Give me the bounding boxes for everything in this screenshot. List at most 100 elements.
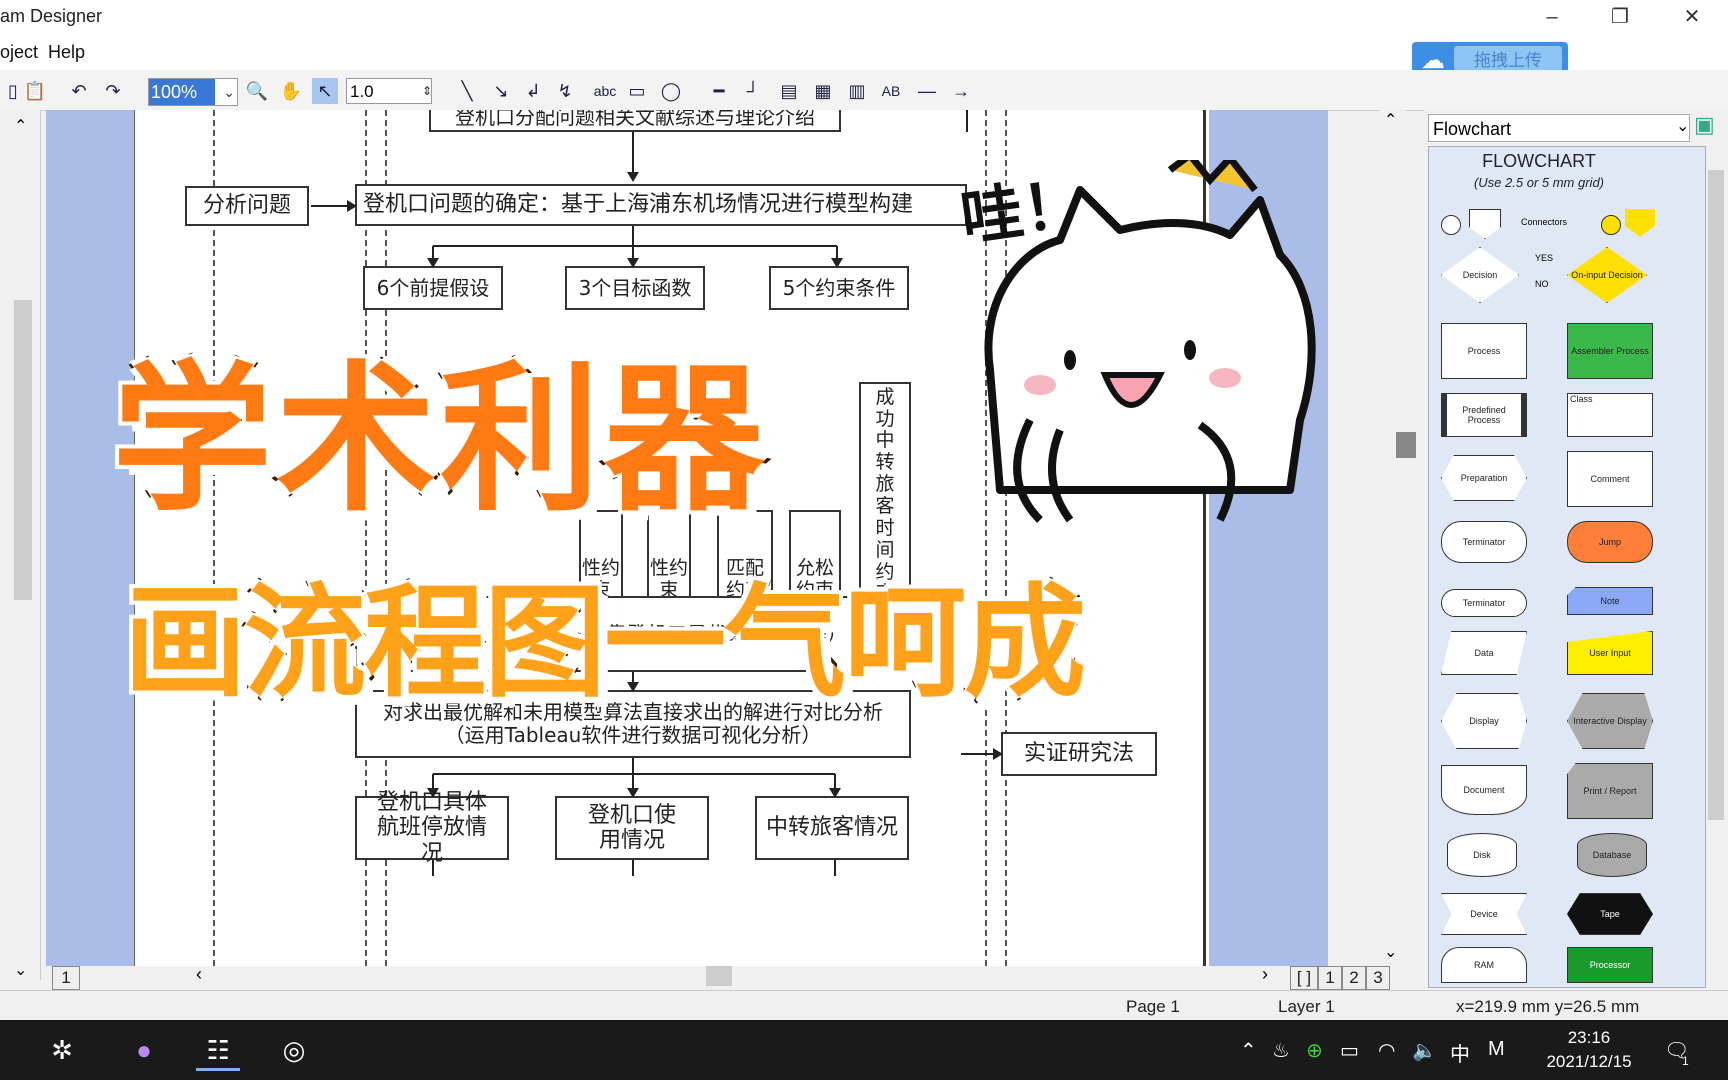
clock[interactable]: 23:16 2021/12/15 <box>1536 1026 1642 1074</box>
no-label: NO <box>1535 279 1549 289</box>
overlay-subtitle: 画流程图一气呵成 <box>121 569 1089 717</box>
chevron-down-icon: ⌄ <box>223 84 235 100</box>
offpage-yellow-shape[interactable] <box>1625 209 1655 237</box>
status-bar: Page 1 Layer 1 x=219.9 mm y=26.5 mm <box>0 990 1728 1021</box>
user-input-shape[interactable]: User Input <box>1567 631 1653 675</box>
library-add-icon[interactable]: ▣ <box>1694 112 1715 138</box>
window-title: am Designer <box>0 6 103 26</box>
scroll-left-icon[interactable]: ‹ <box>196 964 202 985</box>
chevron-down-icon[interactable]: ⌄ <box>1676 116 1689 136</box>
tray-app-icon[interactable]: ♨ <box>1272 1038 1290 1063</box>
scroll-right-icon[interactable]: › <box>1262 964 1268 985</box>
class-shape[interactable]: Class <box>1567 393 1653 437</box>
tray-plus-icon[interactable]: ⊕ <box>1306 1038 1323 1063</box>
restore-button[interactable]: ❐ <box>1600 4 1640 30</box>
menu-project[interactable]: oject <box>0 42 38 63</box>
ellipse-icon[interactable]: ◯ <box>658 78 684 104</box>
process-shape[interactable]: Process <box>1441 323 1527 379</box>
ram-shape[interactable]: RAM <box>1441 947 1527 983</box>
line-color-icon[interactable]: ▦ <box>810 78 836 104</box>
spinner-icon[interactable]: ⇕ <box>414 78 440 104</box>
offpage-connector-shape[interactable] <box>1469 209 1501 239</box>
elbow-line-icon[interactable]: ↲ <box>520 78 546 104</box>
page-tab-3[interactable]: 3 <box>1366 966 1390 990</box>
page-tab-left[interactable]: 1 <box>52 966 80 990</box>
horizontal-scroll-thumb[interactable] <box>706 966 732 986</box>
fill-color-icon[interactable]: ▤ <box>776 78 802 104</box>
document-shape[interactable]: Document <box>1441 765 1527 815</box>
note-shape[interactable]: Note <box>1567 587 1653 615</box>
left-scroll-thumb[interactable] <box>14 300 32 600</box>
ime-indicator[interactable]: 中 <box>1450 1038 1470 1067</box>
library-scroll-thumb[interactable] <box>1708 170 1724 820</box>
connector-circle-shape[interactable] <box>1441 215 1461 235</box>
pinwheel-app-icon[interactable]: ✲ <box>40 1032 84 1068</box>
processor-shape[interactable]: Processor <box>1567 947 1653 983</box>
vertical-scroll-thumb[interactable] <box>1396 432 1416 458</box>
tape-shape[interactable]: Tape <box>1567 893 1653 935</box>
arrow-line-icon[interactable]: ↘ <box>488 78 514 104</box>
on-input-decision-shape[interactable]: On-input Decision <box>1567 247 1647 303</box>
dash-icon[interactable]: — <box>914 78 940 104</box>
tray-expand-icon[interactable]: ⌃ <box>1240 1038 1257 1063</box>
library-select[interactable]: Flowchart <box>1428 114 1690 142</box>
interactive-display-shape[interactable]: Interactive Display <box>1567 693 1653 749</box>
zoom-icon[interactable]: 🔍 <box>244 78 270 104</box>
preparation-shape[interactable]: Preparation <box>1441 455 1527 501</box>
wifi-icon[interactable]: ◠ <box>1378 1038 1395 1063</box>
terminator-small-shape[interactable]: Terminator <box>1441 589 1527 617</box>
diagram-designer-taskbar-icon[interactable]: ☷ <box>196 1032 240 1071</box>
comment-shape[interactable]: Comment <box>1567 451 1653 507</box>
jump-shape[interactable]: Jump <box>1567 521 1653 563</box>
close-button[interactable]: ✕ <box>1672 4 1712 30</box>
menu-help[interactable]: Help <box>48 42 85 63</box>
predefined-process-shape[interactable]: Predefined Process <box>1441 393 1527 437</box>
scroll-up-icon[interactable]: ⌃ <box>1384 110 1397 130</box>
scroll-up-icon[interactable]: ⌃ <box>14 116 27 136</box>
volume-icon[interactable]: 🔈 <box>1412 1038 1437 1063</box>
paste-icon[interactable]: 📋 <box>22 78 48 104</box>
page-tab-all[interactable]: [ ] <box>1290 966 1318 990</box>
library-header: FLOWCHART <box>1482 151 1596 171</box>
scroll-down-icon[interactable]: ⌄ <box>1384 942 1397 962</box>
pointer-icon[interactable]: ↖ <box>312 78 338 104</box>
page-tab-1[interactable]: 1 <box>1318 966 1342 990</box>
undo-icon[interactable]: ↶ <box>66 78 92 104</box>
page-tab-2[interactable]: 2 <box>1342 966 1366 990</box>
purple-app-icon[interactable]: ● <box>122 1032 166 1068</box>
line-style-icon[interactable]: ━ <box>706 78 732 104</box>
terminator-shape[interactable]: Terminator <box>1441 521 1527 563</box>
corner-icon[interactable]: ┘ <box>740 78 766 104</box>
pattern-icon[interactable]: ▥ <box>844 78 870 104</box>
decision-shape[interactable]: Decision <box>1441 247 1519 303</box>
connector-yellow-shape[interactable] <box>1601 215 1621 235</box>
text-format-icon[interactable]: AB <box>878 78 904 104</box>
rectangle-icon[interactable]: ▭ <box>624 78 650 104</box>
scroll-down-icon[interactable]: ⌄ <box>14 960 27 980</box>
line-tool-icon[interactable]: ╲ <box>454 78 480 104</box>
taskbar: ✲ ● ☷ ◎ ⌃ ♨ ⊕ ▭ ◠ 🔈 中 M 23:16 2021/12/15… <box>0 1020 1728 1080</box>
battery-icon[interactable]: ▭ <box>1340 1038 1359 1063</box>
vertical-scrollbar[interactable]: ⌃ ⌄ <box>1380 110 1406 966</box>
text-tool-icon[interactable]: abc <box>588 78 622 104</box>
assembler-process-shape[interactable]: Assembler Process <box>1567 323 1653 379</box>
minimize-button[interactable]: – <box>1532 4 1572 30</box>
obs-icon[interactable]: ◎ <box>272 1032 316 1068</box>
display-shape[interactable]: Display <box>1441 693 1527 749</box>
data-shape[interactable]: Data <box>1441 631 1527 675</box>
shape-library[interactable]: FLOWCHART (Use 2.5 or 5 mm grid) Connect… <box>1428 146 1706 988</box>
redo-icon[interactable]: ↷ <box>100 78 126 104</box>
arrow-icon[interactable]: → <box>948 78 974 104</box>
curve-line-icon[interactable]: ↯ <box>552 78 578 104</box>
overlay-title: 学术利器 <box>109 343 769 536</box>
print-report-shape[interactable]: Print / Report <box>1567 763 1653 819</box>
wow-text: 哇！ <box>956 165 1090 256</box>
status-page: Page 1 <box>1126 997 1180 1016</box>
mode-m-icon[interactable]: M <box>1488 1038 1505 1061</box>
device-shape[interactable]: Device <box>1441 893 1527 935</box>
status-coords: x=219.9 mm y=26.5 mm <box>1456 997 1640 1016</box>
zoom-select[interactable]: 100% ⌄ <box>148 78 238 106</box>
database-shape[interactable]: Database <box>1577 833 1647 877</box>
disk-shape[interactable]: Disk <box>1447 833 1517 877</box>
hand-icon[interactable]: ✋ <box>278 78 304 104</box>
